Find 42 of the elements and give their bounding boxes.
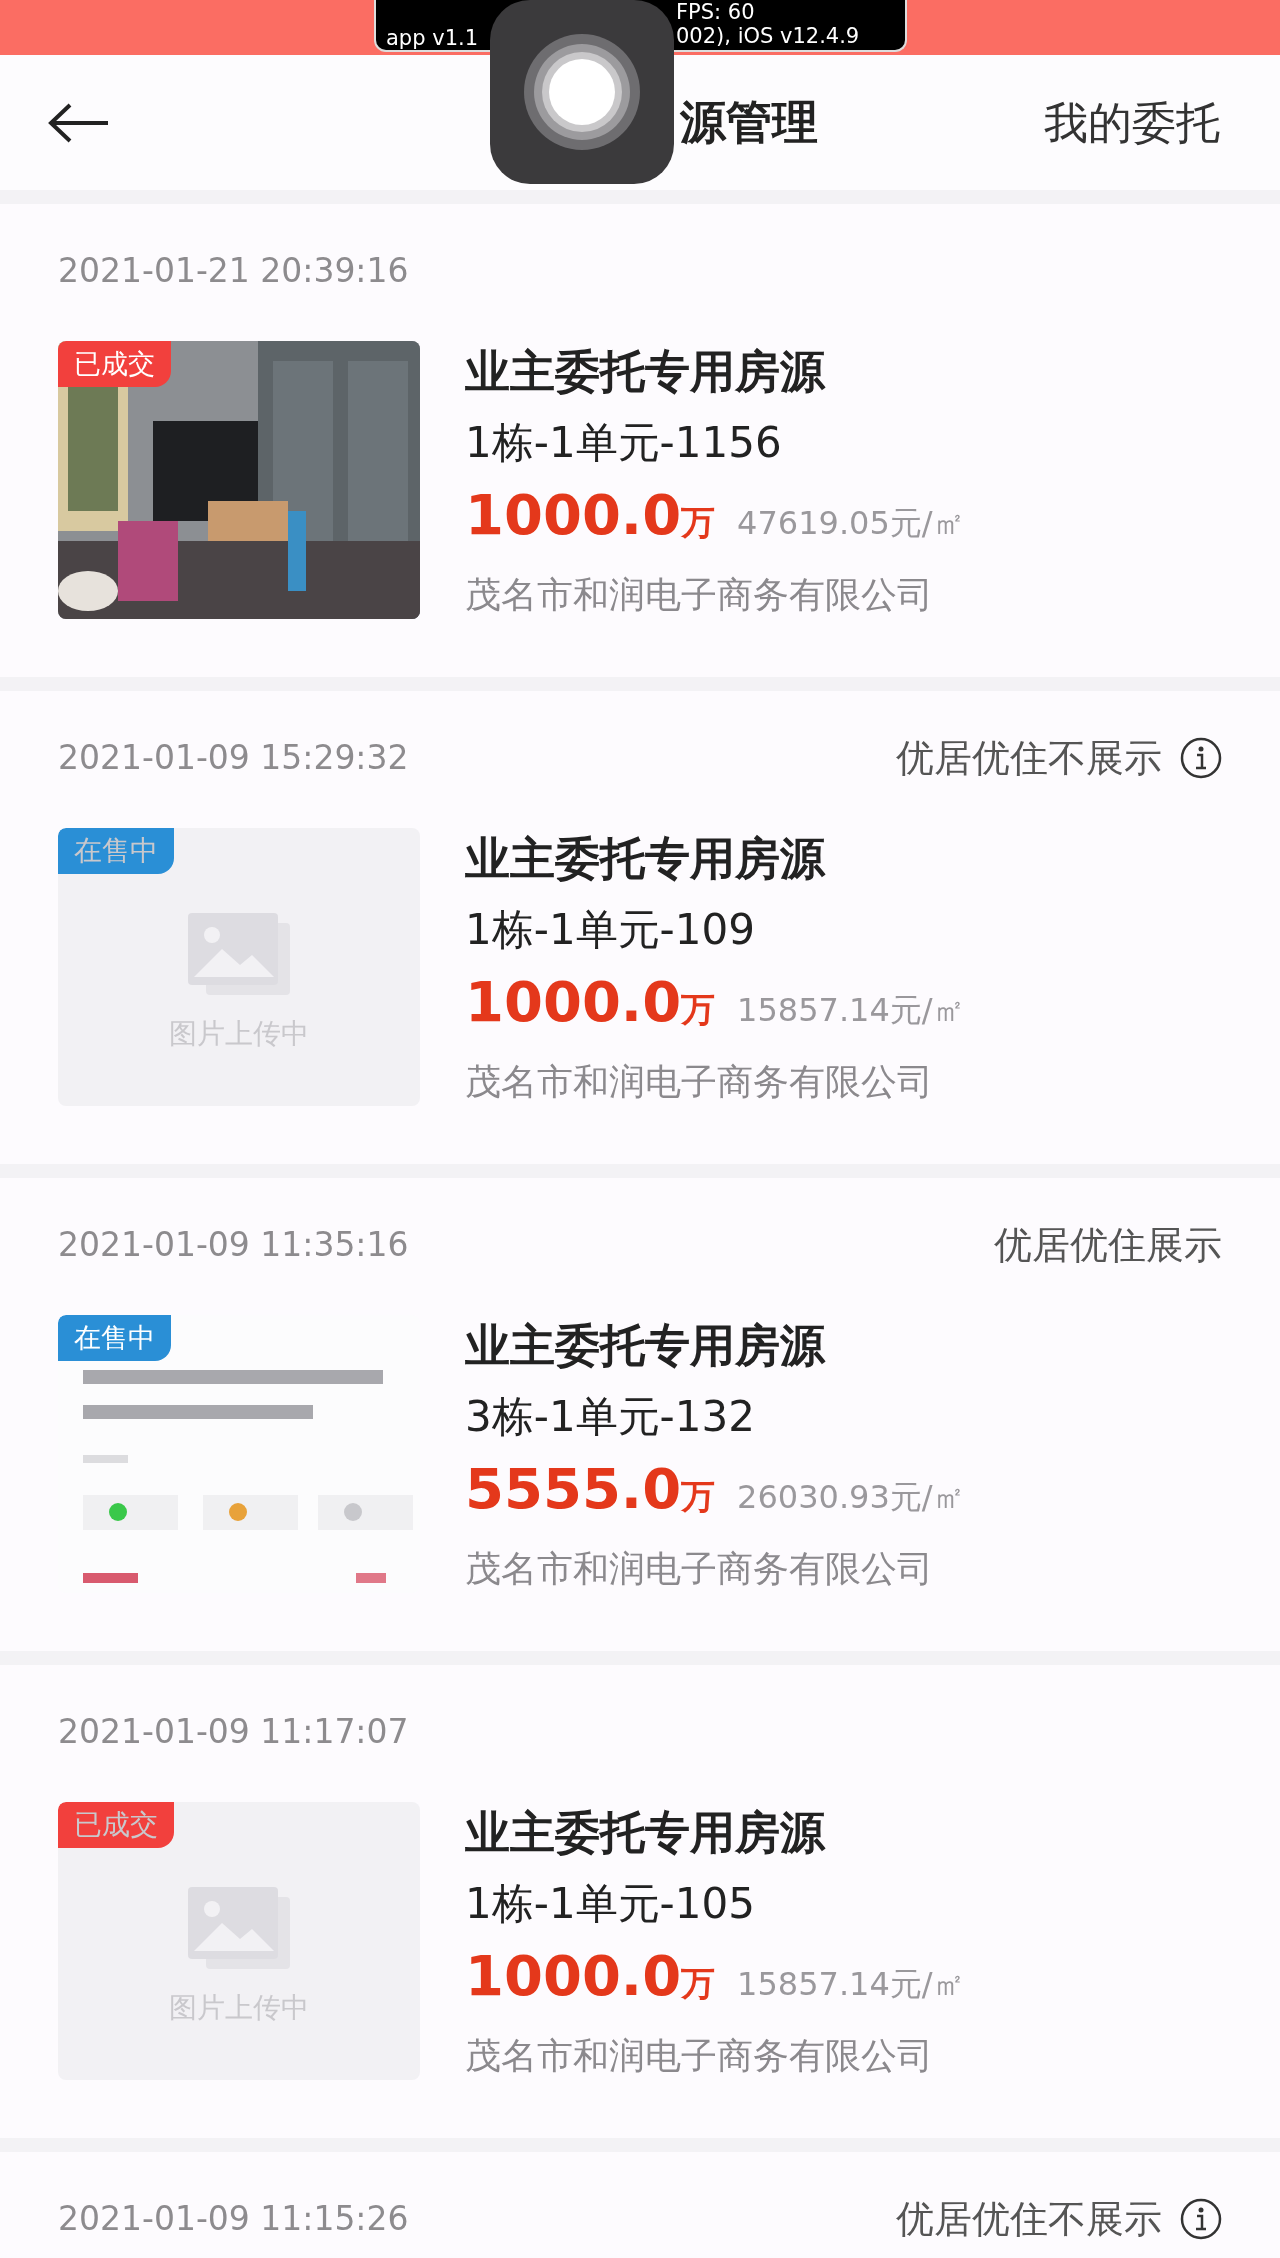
unit-number: 1栋-1单元-109 — [465, 904, 756, 956]
info-icon[interactable] — [1180, 2198, 1222, 2240]
listing-date: 2021-01-09 15:29:32 — [58, 737, 409, 780]
unit-price: 26030.93元/㎡ — [737, 1477, 965, 1518]
display-status: 优居优住不展示 — [896, 2195, 1162, 2243]
listing-title: 业主委托专用房源 — [465, 1318, 827, 1374]
info-icon[interactable] — [1180, 737, 1222, 779]
unit-number: 1栋-1单元-105 — [465, 1878, 756, 1930]
listing-title: 业主委托专用房源 — [465, 831, 827, 887]
unit-price: 15857.14元/㎡ — [737, 990, 965, 1031]
my-entrust-link[interactable]: 我的委托 — [1044, 89, 1220, 156]
debug-text: FPS: 60 — [676, 0, 756, 24]
display-status: 优居优住不展示 — [896, 734, 1162, 782]
listing-title: 业主委托专用房源 — [465, 344, 827, 400]
status-badge: 在售中 — [58, 828, 174, 874]
unit-price: 15857.14元/㎡ — [737, 1964, 965, 2005]
listing-title: 业主委托专用房源 — [465, 1805, 827, 1861]
unit-price: 47619.05元/㎡ — [737, 503, 965, 544]
total-price: 5555.0万 — [465, 1455, 716, 1523]
company-name: 茂名市和润电子商务有限公司 — [465, 2034, 934, 2078]
company-name: 茂名市和润电子商务有限公司 — [465, 573, 934, 617]
display-status: 优居优住展示 — [994, 1221, 1222, 1269]
total-price: 1000.0万 — [465, 481, 716, 549]
unit-number: 1栋-1单元-1156 — [465, 417, 783, 469]
debug-text: 002), iOS v12.4.9 — [676, 24, 861, 48]
total-price: 1000.0万 — [465, 1942, 716, 2010]
unit-number: 3栋-1单元-132 — [465, 1391, 756, 1443]
back-button[interactable] — [48, 102, 110, 143]
status-badge: 已成交 — [58, 1802, 174, 1848]
company-name: 茂名市和润电子商务有限公司 — [465, 1547, 934, 1591]
total-price: 1000.0万 — [465, 968, 716, 1036]
listing-date: 2021-01-21 20:39:16 — [58, 250, 409, 293]
listing-date: 2021-01-09 11:17:07 — [58, 1711, 409, 1754]
listing-date: 2021-01-09 11:35:16 — [58, 1224, 409, 1267]
company-name: 茂名市和润电子商务有限公司 — [465, 1060, 934, 1104]
status-badge: 在售中 — [58, 1315, 171, 1361]
listing-date: 2021-01-09 11:15:26 — [58, 2198, 409, 2241]
page-title: 源管理 — [680, 94, 818, 151]
status-badge: 已成交 — [58, 341, 171, 387]
ring-icon — [522, 32, 642, 152]
assistive-touch-button[interactable] — [490, 0, 674, 184]
debug-text: app v1.1 — [386, 26, 480, 50]
